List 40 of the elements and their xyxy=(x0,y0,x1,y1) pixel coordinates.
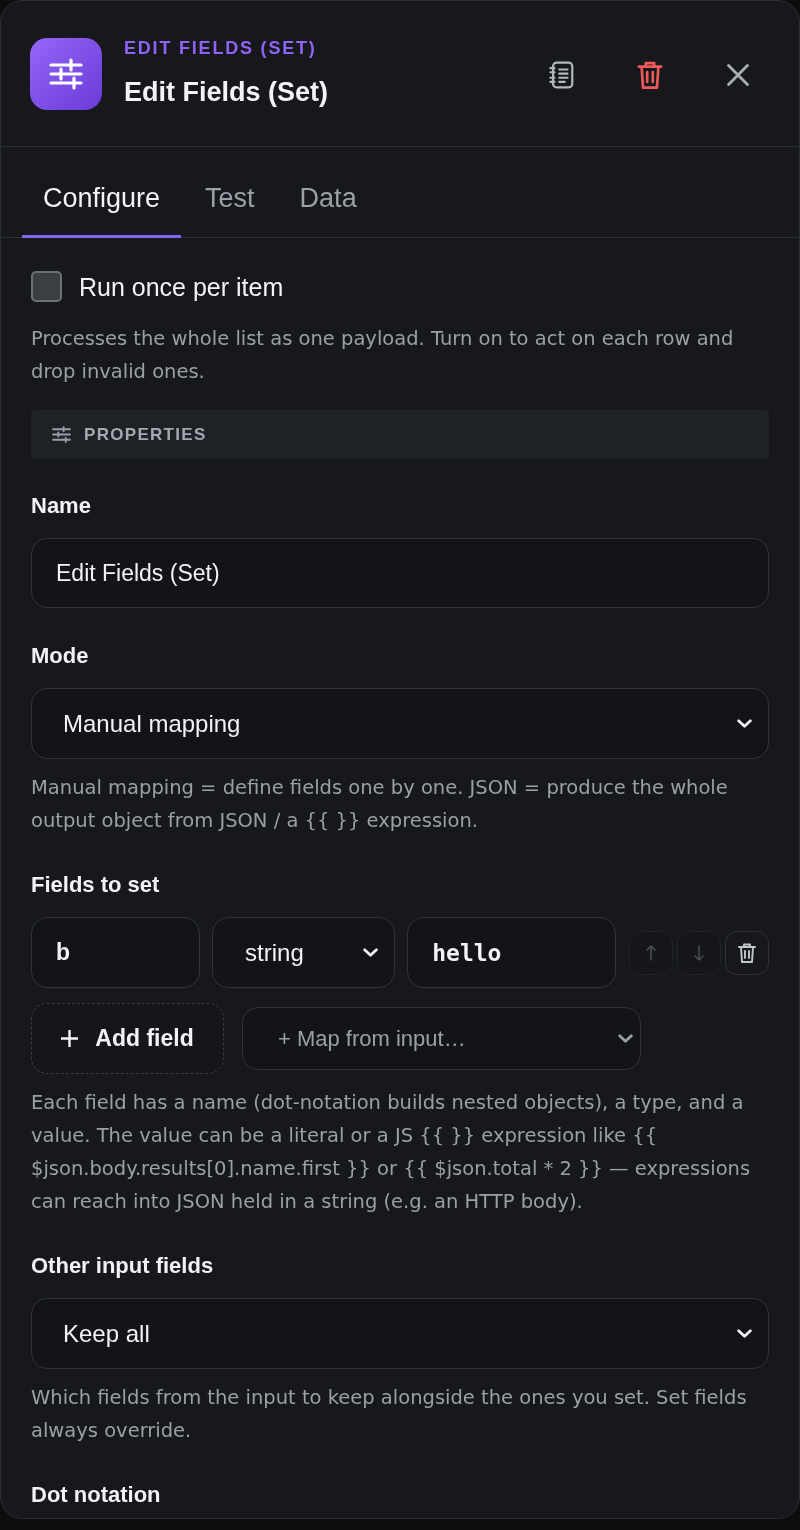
section-title: PROPERTIES xyxy=(84,424,207,445)
chevron-down-icon xyxy=(363,948,379,957)
field-name-input[interactable]: b xyxy=(31,917,201,988)
select-value: string xyxy=(245,938,304,967)
arrow-up-icon xyxy=(646,943,656,962)
help-text: Manual mapping = define fields one by one. JSON = produce the whole output object from JSON / a {{ }} expression. xyxy=(31,775,729,834)
mode-select[interactable]: Manual mapping xyxy=(31,688,769,759)
type-select[interactable]: string xyxy=(212,917,396,988)
select-placeholder: + Map from input… xyxy=(278,1025,466,1052)
field-label: Mode xyxy=(31,642,90,670)
delete-button[interactable] xyxy=(725,930,769,975)
checkbox[interactable] xyxy=(31,271,62,302)
checkbox-label: Run once per item xyxy=(79,271,284,302)
tab[interactable]: Configure xyxy=(22,147,182,238)
help-text: Each field has a name (dot-notation builds nested objects), a type, and a value. The value can be a literal or a JS {{ }} expression like {{ $json.body.results[0].name.first }} or {{ $json.total * 2 }} — expressions can reach into JSON held in a string (e.g. an HTTP body). xyxy=(31,1090,752,1215)
help-text: Processes the whole list as one payload. Turn on to act on each row and drop invalid ones. xyxy=(31,326,735,385)
chevron-down-icon xyxy=(737,1329,752,1338)
field-label: Fields to set xyxy=(31,871,161,899)
sliders-icon xyxy=(52,426,71,443)
other-fields-select[interactable]: Keep all xyxy=(31,1298,769,1369)
field-label: Other input fields xyxy=(31,1252,215,1280)
chevron-down-icon xyxy=(737,719,752,728)
node-title: Edit Fields (Set) xyxy=(124,76,329,108)
map-from-input-select[interactable]: + Map from input… xyxy=(242,1007,641,1070)
sliders-icon xyxy=(30,38,102,110)
node-type-label: EDIT FIELDS (SET) xyxy=(124,37,318,59)
field-label: Dot notation xyxy=(31,1481,162,1509)
field-label: Name xyxy=(31,492,92,520)
chevron-down-icon xyxy=(618,1034,633,1043)
select-value: Keep all xyxy=(63,1319,150,1348)
field-value-input[interactable]: hello xyxy=(407,917,616,988)
trash-icon xyxy=(738,942,756,963)
tab[interactable]: Data xyxy=(278,147,378,238)
help-text: Which fields from the input to keep alongside the ones you set. Set fields always override. xyxy=(31,1385,748,1444)
tab[interactable]: Test xyxy=(184,147,276,238)
name-input[interactable]: Edit Fields (Set) xyxy=(31,538,769,608)
add-field-button[interactable]: Add field xyxy=(31,1003,224,1074)
arrow-down-icon xyxy=(694,943,704,962)
plus-icon xyxy=(61,1030,79,1047)
select-value: Manual mapping xyxy=(63,709,241,738)
